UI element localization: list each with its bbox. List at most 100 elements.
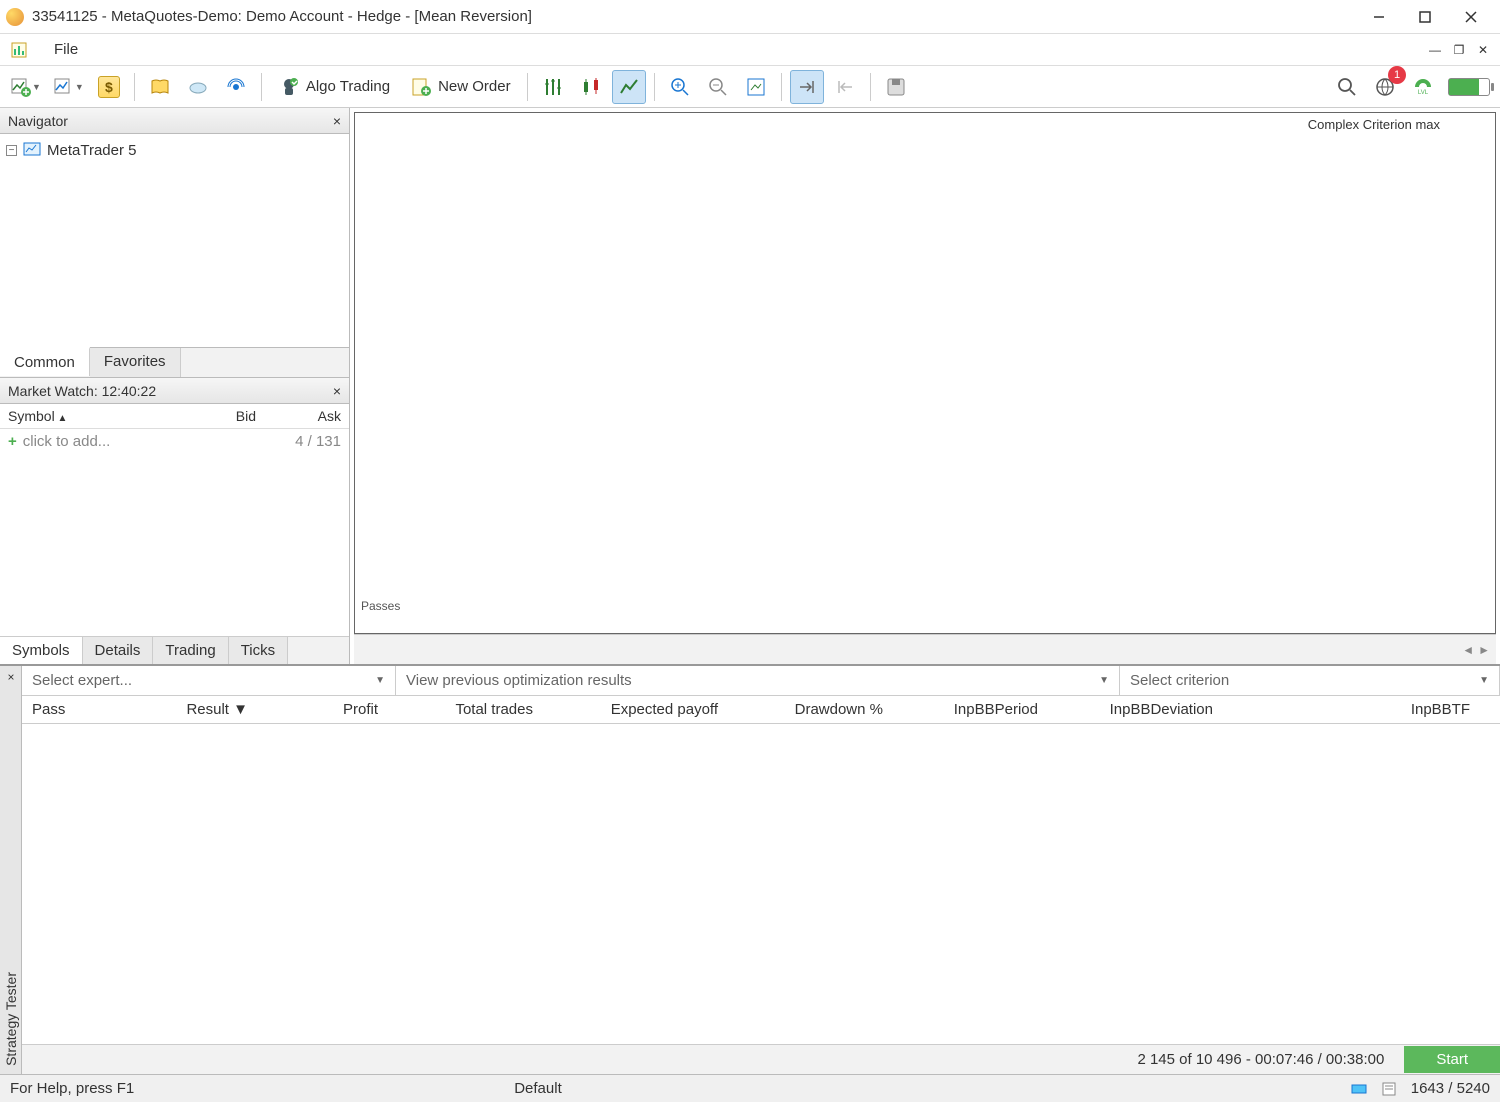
zoom-out-button[interactable] (701, 70, 735, 104)
start-button[interactable]: Start (1404, 1046, 1500, 1073)
bar-chart-button[interactable] (536, 70, 570, 104)
mw-tab-symbols[interactable]: Symbols (0, 637, 83, 664)
mw-header-symbol[interactable]: Symbol (8, 408, 171, 424)
chart-tab-prev[interactable]: ◄ (1462, 643, 1474, 657)
notification-badge: 1 (1388, 66, 1406, 84)
signal-icon (225, 76, 247, 98)
cloud-icon (187, 76, 209, 98)
mw-header-bid[interactable]: Bid (171, 408, 256, 424)
algo-trading-icon (278, 76, 300, 98)
symbols-button[interactable]: $ (92, 70, 126, 104)
navigator-tab-common[interactable]: Common (0, 347, 90, 376)
search-button[interactable] (1330, 70, 1364, 104)
minimize-icon (1373, 11, 1385, 23)
chart-passes-label: Passes (361, 599, 400, 613)
menubar: File — ❐ ✕ (0, 34, 1500, 66)
close-button[interactable] (1448, 0, 1494, 34)
connection-status[interactable] (1444, 70, 1494, 104)
mw-add-row[interactable]: +click to add... 4 / 131 (0, 429, 349, 454)
candle-chart-button[interactable] (574, 70, 608, 104)
mql5-community-button[interactable] (181, 70, 215, 104)
chart-area: Complex Criterion max Passes ◄ ► (350, 108, 1500, 664)
th-profit[interactable]: Profit (258, 701, 388, 718)
window-title: 33541125 - MetaQuotes-Demo: Demo Account… (32, 8, 1356, 25)
th-drawdown[interactable]: Drawdown % (728, 701, 893, 718)
save-button[interactable] (879, 70, 913, 104)
app-icon (6, 8, 24, 26)
status-stats: 1643 / 5240 (1411, 1080, 1490, 1097)
profiles-icon (53, 76, 75, 98)
tree-collapse-icon[interactable]: − (6, 145, 17, 156)
connection-icon (1351, 1081, 1367, 1097)
battery-icon (1448, 78, 1490, 96)
sort-desc-icon: ▼ (233, 701, 248, 718)
minimize-button[interactable] (1356, 0, 1402, 34)
chart-top-label: Complex Criterion max (1308, 117, 1440, 132)
market-watch-close-button[interactable]: × (333, 383, 341, 399)
mdi-window-controls: — ❐ ✕ (1424, 40, 1494, 60)
th-inpbbperiod[interactable]: InpBBPeriod (893, 701, 1048, 718)
chart-shift-back-button[interactable] (828, 70, 862, 104)
zoom-out-icon (707, 76, 729, 98)
book-button[interactable] (143, 70, 177, 104)
optimization-results-table[interactable]: Pass Result ▼ Profit Total trades Expect… (22, 696, 1500, 1044)
market-watch-grid[interactable]: Symbol Bid Ask +click to add... 4 / 131 (0, 404, 349, 636)
tester-status-text: 2 145 of 10 496 - 00:07:46 / 00:38:00 (1127, 1051, 1394, 1068)
algo-trading-button[interactable]: Algo Trading (270, 70, 398, 104)
status-bar: For Help, press F1 Default 1643 / 5240 (0, 1074, 1500, 1102)
mdi-restore-button[interactable]: ❐ (1448, 40, 1470, 60)
th-result[interactable]: Result ▼ (128, 701, 258, 718)
market-watch-title-bar: Market Watch: 12:40:22 × (0, 378, 349, 404)
tester-vertical-label: × Strategy Tester (0, 666, 22, 1074)
tester-footer: 2 145 of 10 496 - 00:07:46 / 00:38:00 St… (22, 1044, 1500, 1074)
mw-tab-details[interactable]: Details (83, 637, 154, 664)
navigator-tabs: Common Favorites (0, 347, 349, 377)
th-total-trades[interactable]: Total trades (388, 701, 543, 718)
strategy-tester-doc-icon[interactable] (6, 37, 32, 63)
mdi-close-button[interactable]: ✕ (1472, 40, 1494, 60)
th-inpbbtf[interactable]: InpBBTF (1223, 701, 1480, 718)
chevron-down-icon: ▼ (375, 675, 385, 686)
plus-icon: + (8, 433, 17, 450)
svg-text:LVL: LVL (1418, 90, 1429, 96)
zoom-in-button[interactable] (663, 70, 697, 104)
new-chart-button[interactable]: ▼ (6, 70, 45, 104)
optimization-chart[interactable]: Complex Criterion max Passes (354, 112, 1496, 634)
th-expected-payoff[interactable]: Expected payoff (543, 701, 728, 718)
mw-tab-ticks[interactable]: Ticks (229, 637, 288, 664)
news-icon (1381, 1081, 1397, 1097)
maximize-button[interactable] (1402, 0, 1448, 34)
new-order-button[interactable]: New Order (402, 70, 519, 104)
select-criterion-combo[interactable]: Select criterion▼ (1120, 666, 1500, 695)
chart-shift-button[interactable] (790, 70, 824, 104)
auto-scroll-button[interactable] (739, 70, 773, 104)
select-expert-combo[interactable]: Select expert...▼ (22, 666, 396, 695)
vps-button[interactable]: LVL (1406, 70, 1440, 104)
mt5-icon (23, 141, 41, 159)
table-header-row: Pass Result ▼ Profit Total trades Expect… (22, 696, 1500, 724)
mw-header-ask[interactable]: Ask (256, 408, 341, 424)
navigator-tab-favorites[interactable]: Favorites (90, 348, 181, 377)
signals-button[interactable] (219, 70, 253, 104)
navigator-title: Navigator (8, 113, 68, 129)
book-icon (149, 76, 171, 98)
mdi-minimize-button[interactable]: — (1424, 40, 1446, 60)
market-watch-tabs: Symbols Details Trading Ticks (0, 636, 349, 664)
profiles-button[interactable]: ▼ (49, 70, 88, 104)
tester-close-button[interactable]: × (4, 670, 18, 684)
view-previous-combo[interactable]: View previous optimization results▼ (396, 666, 1120, 695)
menu-file[interactable]: File (38, 35, 94, 64)
navigator-tree[interactable]: − MetaTrader 5 (0, 134, 349, 347)
mw-tab-trading[interactable]: Trading (153, 637, 228, 664)
th-pass[interactable]: Pass (22, 701, 128, 718)
notifications-button[interactable]: 1 (1368, 70, 1402, 104)
line-chart-button[interactable] (612, 70, 646, 104)
chevron-down-icon: ▼ (1099, 675, 1109, 686)
navigator-close-button[interactable]: × (333, 113, 341, 129)
zoom-in-icon (669, 76, 691, 98)
th-inpbbdeviation[interactable]: InpBBDeviation (1048, 701, 1223, 718)
chevron-down-icon: ▼ (1479, 675, 1489, 686)
navigator-root[interactable]: − MetaTrader 5 (6, 138, 343, 162)
chart-tab-next[interactable]: ► (1478, 643, 1490, 657)
market-watch-title: Market Watch: 12:40:22 (8, 383, 156, 399)
